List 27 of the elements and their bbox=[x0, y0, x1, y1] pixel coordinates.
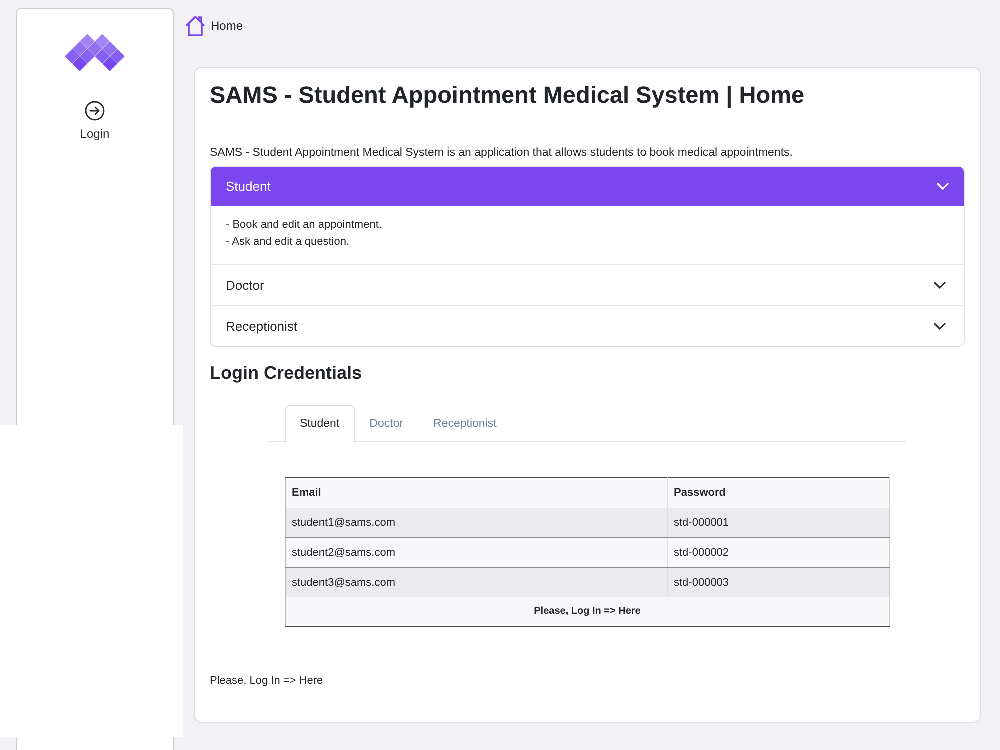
table-cell: std-000003 bbox=[668, 568, 890, 597]
home-icon bbox=[185, 15, 206, 37]
section-heading: Login Credentials bbox=[210, 362, 364, 384]
tab[interactable]: Student bbox=[285, 405, 355, 442]
accordion-header[interactable]: Student bbox=[211, 167, 964, 206]
table-cell: std-000002 bbox=[668, 538, 890, 568]
column-header: Email bbox=[286, 478, 668, 508]
logo-icon bbox=[65, 34, 125, 72]
breadcrumb-link[interactable]: Home bbox=[185, 15, 244, 37]
tab[interactable]: Doctor bbox=[354, 405, 419, 442]
sidebar-item[interactable]: Login bbox=[80, 101, 110, 141]
login-icon bbox=[85, 101, 105, 121]
description-text: SAMS - Student Appointment Medical System is an application that allows students to book medical appointments. bbox=[210, 146, 794, 160]
table-cell: std-000001 bbox=[668, 508, 890, 538]
accordion-text: - Book and edit an appointment. bbox=[226, 218, 383, 233]
table-cell: student1@sams.com bbox=[286, 508, 668, 538]
tab[interactable]: Receptionist bbox=[418, 405, 512, 442]
table-footer-cell: Please, Log In => Here bbox=[286, 597, 890, 626]
accordion-text: - Ask and edit a question. bbox=[226, 235, 351, 250]
login-hint-text: Please, Log In => Here bbox=[210, 675, 324, 688]
table-cell: student2@sams.com bbox=[286, 538, 668, 568]
chevron-down-icon bbox=[934, 282, 946, 288]
chevron-down-icon bbox=[937, 183, 949, 190]
chevron-down-icon bbox=[934, 322, 946, 330]
table-cell: student3@sams.com bbox=[286, 568, 668, 597]
column-header: Password bbox=[668, 478, 890, 508]
page-title: SAMS - Student Appointment Medical System | Home bbox=[210, 81, 806, 110]
